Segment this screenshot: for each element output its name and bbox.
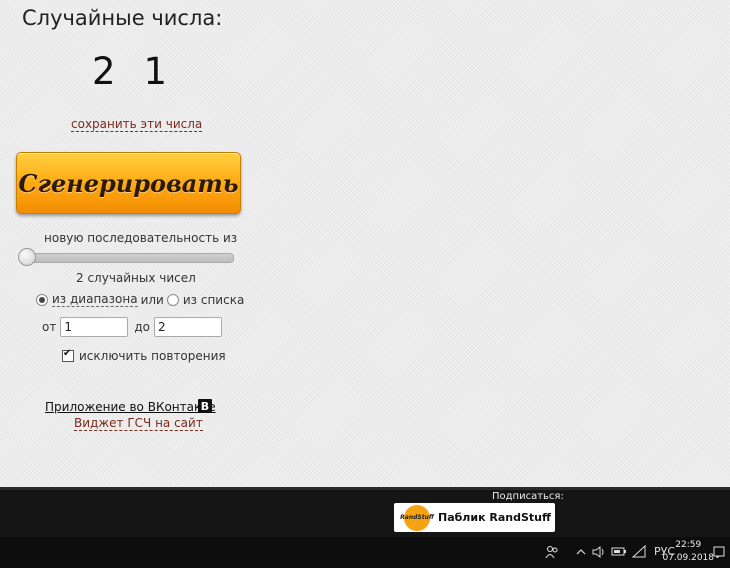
- count-label: 2 случайных чисел: [76, 271, 196, 285]
- list-option-label[interactable]: из списка: [183, 293, 244, 307]
- randstuff-public-label: Паблик RandStuff: [438, 511, 551, 524]
- range-inputs: от до: [42, 317, 222, 337]
- vk-app-link[interactable]: Приложение во ВКонтакте: [45, 400, 216, 414]
- random-number: 1: [143, 50, 168, 93]
- generate-button[interactable]: Сгенерировать: [16, 152, 241, 214]
- save-numbers-link[interactable]: сохранить эти числа: [71, 117, 203, 132]
- subscribe-label: Подписаться:: [492, 491, 564, 502]
- chevron-up-icon[interactable]: [576, 547, 586, 557]
- notification-icon[interactable]: [713, 546, 725, 558]
- mode-selector: из диапазона или из списка: [36, 292, 244, 307]
- network-icon[interactable]: [632, 545, 646, 559]
- sequence-label: новую последовательность из: [44, 231, 238, 245]
- from-input[interactable]: [60, 317, 129, 337]
- people-icon[interactable]: [545, 545, 559, 559]
- or-label: или: [140, 292, 164, 307]
- battery-icon[interactable]: [611, 546, 627, 558]
- random-numbers: 21: [92, 50, 195, 93]
- range-radio[interactable]: [36, 293, 48, 306]
- to-input[interactable]: [153, 317, 222, 337]
- random-number: 2: [92, 50, 116, 93]
- count-slider-handle[interactable]: [18, 248, 36, 266]
- randstuff-public-button[interactable]: RandStuff Паблик RandStuff: [394, 503, 555, 532]
- randstuff-logo-icon: RandStuff: [400, 504, 434, 531]
- page-title: Случайные числа:: [22, 6, 223, 30]
- volume-icon[interactable]: [592, 545, 606, 559]
- list-radio[interactable]: [166, 293, 179, 306]
- exclude-repeats-row: исключить повторения: [62, 348, 226, 363]
- exclude-repeats-label[interactable]: исключить повторения: [79, 349, 226, 363]
- widget-link[interactable]: Виджет ГСЧ на сайт: [74, 416, 203, 431]
- clock-date: 07.09.2018: [662, 553, 714, 563]
- from-label: от: [42, 320, 57, 334]
- exclude-repeats-checkbox[interactable]: [62, 348, 74, 362]
- count-slider-track[interactable]: [19, 253, 234, 263]
- footer-bar: [0, 487, 730, 540]
- vk-icon[interactable]: В: [198, 399, 212, 413]
- to-label: до: [134, 320, 150, 334]
- clock-time: 22:59: [675, 540, 702, 550]
- clock[interactable]: 22:59 07.09.2018: [662, 539, 714, 565]
- generate-button-label: Сгенерировать: [18, 168, 239, 198]
- range-option-label[interactable]: из диапазона: [52, 292, 138, 307]
